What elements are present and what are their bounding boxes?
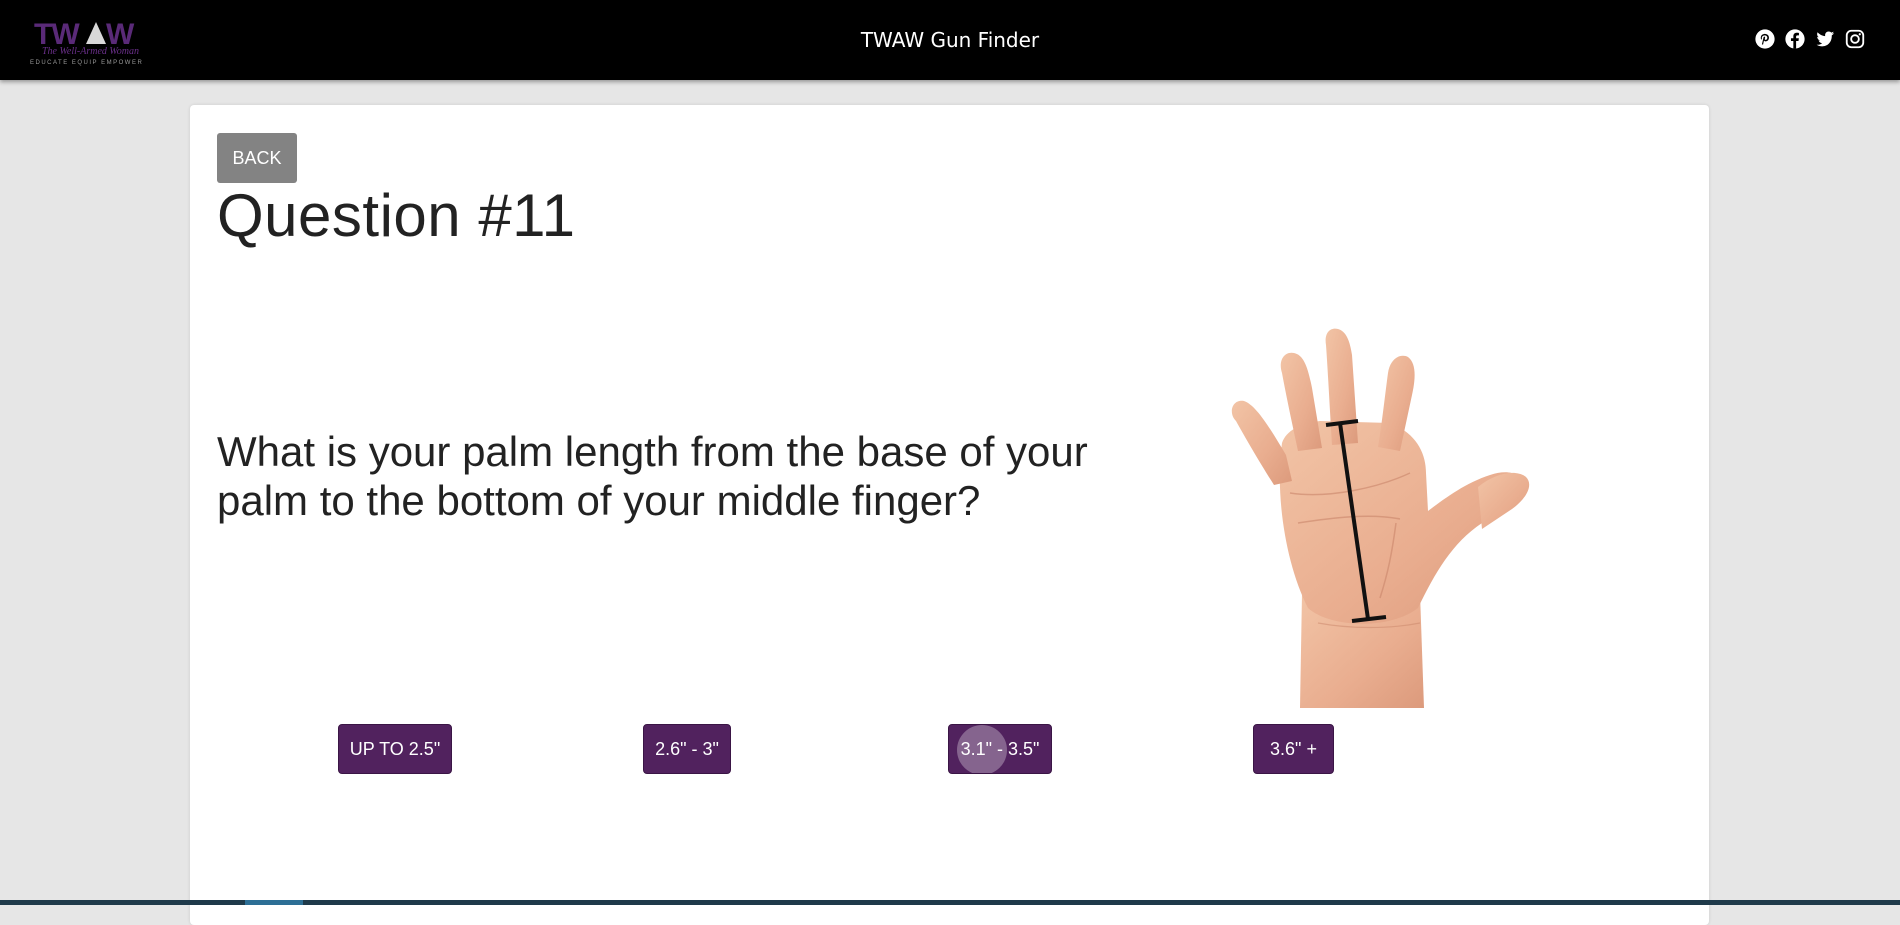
- back-button[interactable]: BACK: [217, 133, 297, 183]
- answer-label: 3.1" - 3.5": [960, 738, 1040, 759]
- twitter-icon[interactable]: [1814, 28, 1836, 50]
- answer-3-1-to-3-5-button[interactable]: 3.1" - 3.5": [948, 724, 1052, 774]
- social-links: [1754, 28, 1866, 50]
- site-title: TWAW Gun Finder: [860, 28, 1040, 52]
- answer-3-6-plus-button[interactable]: 3.6" +: [1253, 724, 1334, 774]
- logo-subline: EDUCATE EQUIP EMPOWER: [30, 60, 143, 66]
- answer-up-to-2-5-button[interactable]: UP TO 2.5": [338, 724, 452, 774]
- bottom-edge-accent: [245, 900, 303, 905]
- facebook-icon[interactable]: [1784, 28, 1806, 50]
- answer-label: 2.6" - 3": [655, 738, 719, 759]
- palm-measurement-image: [1220, 273, 1590, 708]
- top-navigation-bar: TW W The Well-Armed Woman EDUCATE EQUIP …: [0, 0, 1900, 80]
- instagram-icon[interactable]: [1844, 28, 1866, 50]
- answer-options: UP TO 2.5" 2.6" - 3" 3.1" - 3.5" 3.6" +: [190, 724, 1709, 774]
- bottom-edge-bar: [0, 900, 1900, 905]
- question-text: What is your palm length from the base o…: [217, 428, 1088, 524]
- answer-label: UP TO 2.5": [349, 738, 441, 759]
- question-title: Question #11: [217, 182, 576, 249]
- answer-2-6-to-3-button[interactable]: 2.6" - 3": [643, 724, 731, 774]
- quiz-card: BACK Question #11 What is your palm leng…: [190, 105, 1709, 925]
- pinterest-icon[interactable]: [1754, 28, 1776, 50]
- answer-label: 3.6" +: [1270, 738, 1317, 759]
